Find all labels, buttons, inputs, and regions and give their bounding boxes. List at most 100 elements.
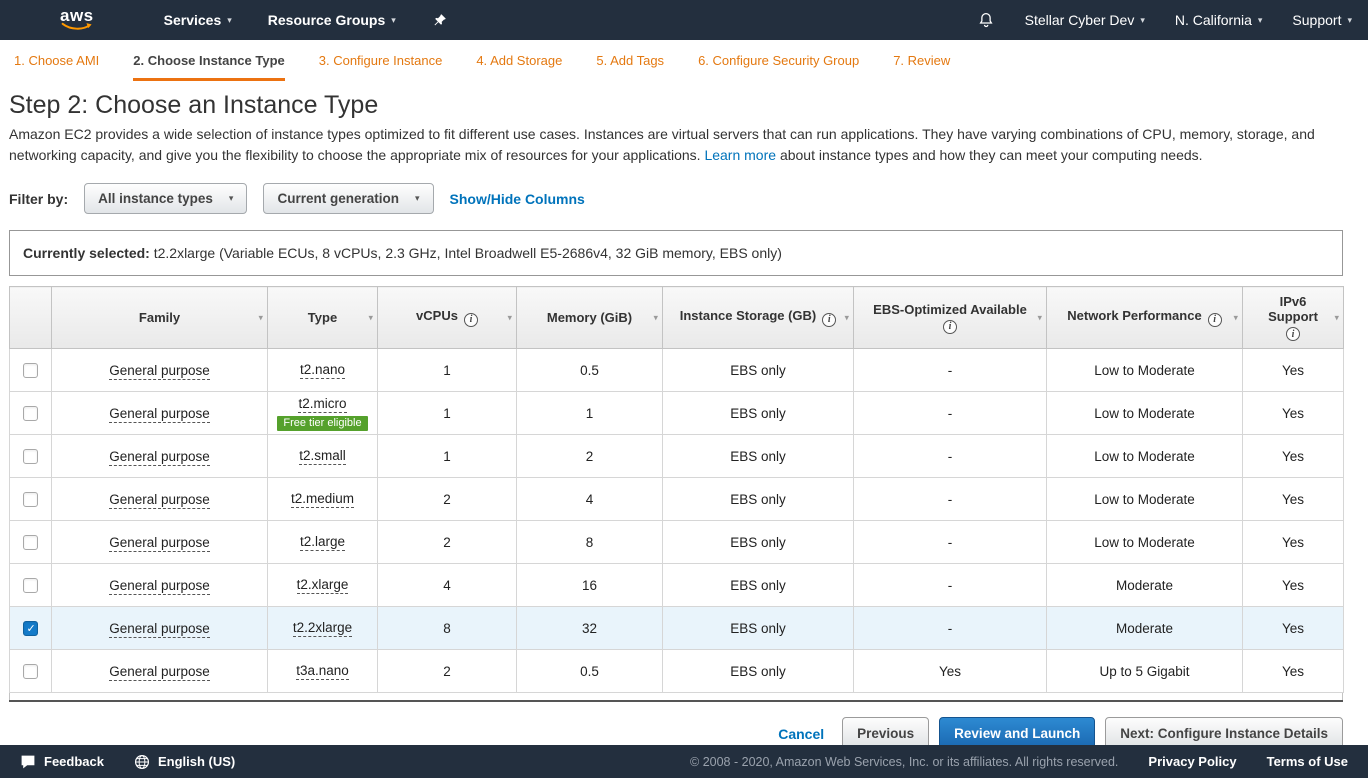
memory-cell: 2	[517, 435, 663, 478]
services-menu[interactable]: Services ▾	[164, 12, 232, 28]
family-value[interactable]: General purpose	[109, 492, 210, 509]
family-value[interactable]: General purpose	[109, 449, 210, 466]
filter-by-label: Filter by:	[9, 191, 68, 207]
sort-caret-icon[interactable]: ▾	[1334, 312, 1339, 323]
show-hide-columns-link[interactable]: Show/Hide Columns	[450, 191, 585, 207]
sort-caret-icon[interactable]: ▾	[258, 312, 263, 323]
instance-row[interactable]: General purpose t2.medium 2 4 EBS only -…	[10, 478, 1344, 521]
instance-type-filter-dropdown[interactable]: All instance types ▾	[84, 183, 247, 214]
family-value[interactable]: General purpose	[109, 535, 210, 552]
step-tab-review[interactable]: 7. Review	[893, 40, 950, 81]
aws-logo[interactable]: aws	[60, 9, 94, 31]
family-value[interactable]: General purpose	[109, 621, 210, 638]
family-value[interactable]: General purpose	[109, 363, 210, 380]
privacy-policy-link[interactable]: Privacy Policy	[1148, 754, 1236, 769]
family-value[interactable]: General purpose	[109, 578, 210, 595]
type-value[interactable]: t2.large	[300, 534, 345, 551]
step-tab-configure-security-group[interactable]: 6. Configure Security Group	[698, 40, 859, 81]
terms-of-use-link[interactable]: Terms of Use	[1267, 754, 1348, 769]
col-header-ipv6[interactable]: IPv6 Support i ▾	[1243, 287, 1344, 349]
step-tab-choose-instance-type[interactable]: 2. Choose Instance Type	[133, 40, 284, 81]
family-value[interactable]: General purpose	[109, 664, 210, 681]
row-select-checkbox[interactable]	[23, 535, 38, 550]
family-cell: General purpose	[52, 607, 268, 650]
info-icon[interactable]: i	[822, 313, 836, 327]
col-header-memory[interactable]: Memory (GiB) ▾	[517, 287, 663, 349]
row-select-checkbox[interactable]	[23, 363, 38, 378]
sort-caret-icon[interactable]: ▾	[1233, 312, 1238, 323]
instance-row[interactable]: General purpose t2.small 1 2 EBS only - …	[10, 435, 1344, 478]
col-header-family-label: Family	[139, 310, 180, 325]
account-menu[interactable]: Stellar Cyber Dev ▾	[1025, 12, 1145, 28]
info-icon[interactable]: i	[464, 313, 478, 327]
type-value[interactable]: t2.micro	[298, 396, 346, 413]
storage-cell: EBS only	[663, 607, 854, 650]
sort-caret-icon[interactable]: ▾	[1037, 312, 1042, 323]
vcpus-cell: 1	[378, 349, 517, 392]
pin-shortcut-button[interactable]	[432, 13, 447, 28]
row-select-checkbox[interactable]	[23, 664, 38, 679]
info-icon[interactable]: i	[1286, 327, 1300, 341]
col-header-network[interactable]: Network Performancei ▾	[1047, 287, 1243, 349]
generation-filter-dropdown[interactable]: Current generation ▾	[263, 183, 433, 214]
support-menu[interactable]: Support ▾	[1292, 12, 1352, 28]
type-value[interactable]: t2.xlarge	[297, 577, 349, 594]
instance-row[interactable]: General purpose t2.micro Free tier eligi…	[10, 392, 1344, 435]
notifications-button[interactable]	[977, 11, 995, 29]
network-performance-cell: Low to Moderate	[1047, 478, 1243, 521]
col-header-storage[interactable]: Instance Storage (GB)i ▾	[663, 287, 854, 349]
language-selector[interactable]: English (US)	[134, 754, 235, 770]
family-value[interactable]: General purpose	[109, 406, 210, 423]
ipv6-support-cell: Yes	[1243, 650, 1344, 693]
info-icon[interactable]: i	[943, 320, 957, 334]
resource-groups-menu[interactable]: Resource Groups ▾	[268, 12, 396, 28]
type-value[interactable]: t2.medium	[291, 491, 354, 508]
step-tab-add-tags[interactable]: 5. Add Tags	[596, 40, 664, 81]
col-header-ebs-optimized[interactable]: EBS-Optimized Available i ▾	[854, 287, 1047, 349]
currently-selected-value: t2.2xlarge (Variable ECUs, 8 vCPUs, 2.3 …	[154, 245, 782, 261]
row-select-checkbox[interactable]	[23, 578, 38, 593]
col-header-type[interactable]: Type ▾	[268, 287, 378, 349]
network-performance-cell: Low to Moderate	[1047, 521, 1243, 564]
instance-row[interactable]: General purpose t2.nano 1 0.5 EBS only -…	[10, 349, 1344, 392]
table-header-row: Family ▾ Type ▾ vCPUsi ▾ Memory (GiB) ▾	[10, 287, 1344, 349]
ipv6-support-cell: Yes	[1243, 349, 1344, 392]
step-tab-add-storage[interactable]: 4. Add Storage	[476, 40, 562, 81]
instance-row[interactable]: General purpose t3a.nano 2 0.5 EBS only …	[10, 650, 1344, 693]
row-select-checkbox[interactable]	[23, 406, 38, 421]
col-header-ipv6-label: IPv6 Support	[1256, 294, 1330, 324]
step-tab-choose-ami[interactable]: 1. Choose AMI	[14, 40, 99, 81]
type-value[interactable]: t2.small	[299, 448, 346, 465]
clipped-next-row	[9, 693, 1343, 700]
sort-caret-icon[interactable]: ▾	[368, 312, 373, 323]
type-cell: t2.large	[268, 521, 378, 564]
instance-row[interactable]: General purpose t2.xlarge 4 16 EBS only …	[10, 564, 1344, 607]
instance-row[interactable]: General purpose t2.large 2 8 EBS only - …	[10, 521, 1344, 564]
feedback-button[interactable]: Feedback	[20, 754, 104, 770]
region-menu[interactable]: N. California ▾	[1175, 12, 1263, 28]
col-header-type-label: Type	[308, 310, 337, 325]
cancel-button[interactable]: Cancel	[778, 726, 824, 742]
sort-caret-icon[interactable]: ▾	[844, 312, 849, 323]
type-value[interactable]: t3a.nano	[296, 663, 349, 680]
network-performance-cell: Low to Moderate	[1047, 349, 1243, 392]
network-performance-cell: Low to Moderate	[1047, 392, 1243, 435]
sort-caret-icon[interactable]: ▾	[653, 312, 658, 323]
sort-caret-icon[interactable]: ▾	[507, 312, 512, 323]
network-performance-cell: Moderate	[1047, 564, 1243, 607]
col-header-family[interactable]: Family ▾	[52, 287, 268, 349]
learn-more-link[interactable]: Learn more	[704, 147, 776, 163]
info-icon[interactable]: i	[1208, 313, 1222, 327]
free-tier-badge: Free tier eligible	[277, 416, 367, 431]
instance-row[interactable]: General purpose t2.2xlarge 8 32 EBS only…	[10, 607, 1344, 650]
type-value[interactable]: t2.2xlarge	[293, 620, 352, 637]
type-value[interactable]: t2.nano	[300, 362, 345, 379]
checkbox-cell	[10, 564, 52, 607]
step-tab-configure-instance[interactable]: 3. Configure Instance	[319, 40, 443, 81]
col-header-vcpus[interactable]: vCPUsi ▾	[378, 287, 517, 349]
vcpus-cell: 4	[378, 564, 517, 607]
row-select-checkbox[interactable]	[23, 621, 38, 636]
row-select-checkbox[interactable]	[23, 449, 38, 464]
row-select-checkbox[interactable]	[23, 492, 38, 507]
page-description: Amazon EC2 provides a wide selection of …	[9, 124, 1359, 166]
